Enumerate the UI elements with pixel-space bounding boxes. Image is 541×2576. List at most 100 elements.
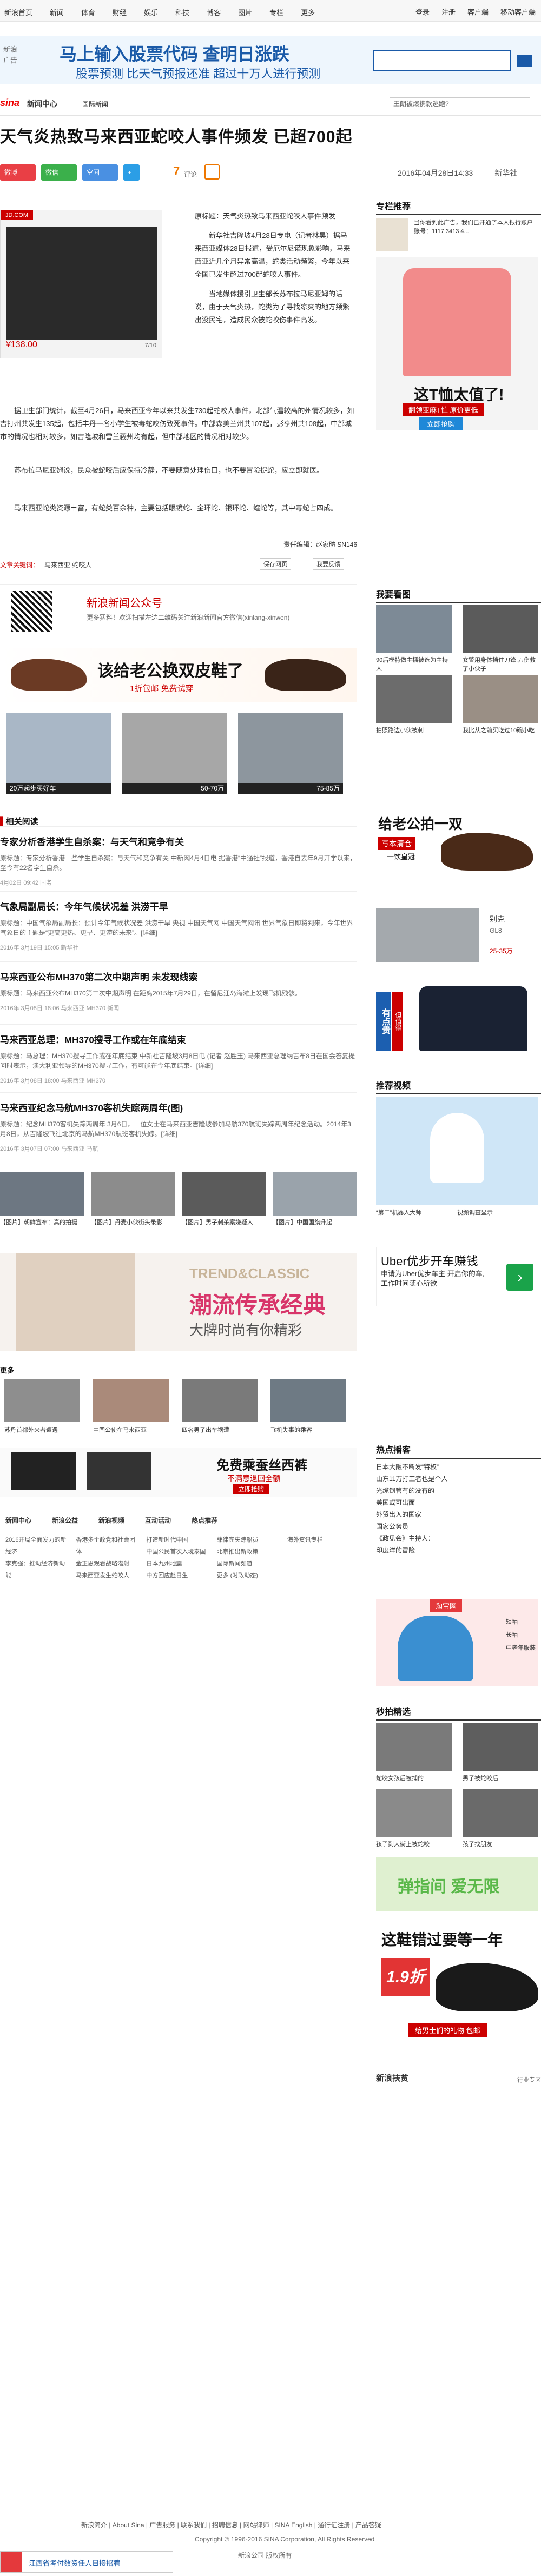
nav-link-photo[interactable]: 图片 [238, 7, 252, 17]
link[interactable]: 打造新时代中国 [146, 1534, 210, 1546]
bank-ad-text[interactable]: 当你看到此广告，我们已开通了本人银行账户账号：1117 3413 4... [414, 218, 538, 236]
shoe3-ad[interactable]: 这鞋错过要等一年 1.9折 给男士们的礼物 包邮 [376, 1925, 538, 2048]
car-tile-2[interactable] [122, 713, 227, 783]
stock-ad[interactable]: 新浪广告 马上输入股票代码 查明日涨跌 股票预测 比天气预报还准 超过十万人进行… [0, 30, 541, 87]
polo-buy-button[interactable]: 立即抢购 [419, 417, 463, 430]
photo-caption[interactable]: 【图片】丹麦小伙街头录影 [91, 1218, 175, 1226]
photo-thumb[interactable] [91, 1172, 175, 1216]
sidebar-more-link[interactable]: 行业专区 [517, 2075, 541, 2084]
related-title[interactable]: 马来西亚纪念马航MH370客机失踪两周年(图) [0, 1093, 357, 1114]
link[interactable]: 海外资讯专栏 [287, 1534, 352, 1546]
related-title[interactable]: 马来西亚总理：MH370搜寻工作或在年底结束 [0, 1025, 357, 1046]
link[interactable]: 国际新闻频道 [217, 1558, 281, 1570]
trousers-ad[interactable]: 免费乘蚕丝西裤 不满意退回全额 立即抢购 [0, 1448, 357, 1497]
link[interactable]: 更多 (时政动态) [217, 1570, 281, 1582]
mp-caption[interactable]: 孩子到大街上被蛇咬 [376, 1840, 430, 1848]
pic-caption[interactable]: 拍照路边小伙被刺 [376, 726, 452, 734]
taobao-item[interactable]: 中老年服装 [506, 1642, 536, 1655]
hot-item[interactable]: 印度洋的冒险 [376, 1544, 538, 1556]
green-banner[interactable]: 弹指间 爱无限 [376, 1857, 538, 1911]
hot-item[interactable]: 外贸出入的国家 [376, 1509, 538, 1521]
more-share-button[interactable]: + [123, 164, 140, 181]
related-item-3[interactable]: 马来西亚公布MH370第二次中期声明 未发现线索 原标题：马来西亚公布MH370… [0, 961, 357, 1024]
hot-item[interactable]: 山东11万打工者也是个人 [376, 1473, 538, 1485]
uber-ad[interactable]: Uber优步开车赚钱 申请为Uber优步车主 开启你的车,工作时间随心所欲 › [376, 1247, 538, 1306]
hot-item[interactable]: 光缆钢管有的没有的 [376, 1485, 538, 1497]
keywords[interactable]: 马来西亚 蛇咬人 [44, 560, 91, 569]
more-thumb[interactable] [270, 1379, 346, 1422]
link[interactable]: 2016开局全面发力的新经济 [5, 1534, 70, 1558]
shoe2-ad[interactable]: 给老公拍一双 写本清仓 一饮皇冠 [376, 811, 538, 895]
sina-logo[interactable]: sina [0, 97, 19, 109]
more-caption[interactable]: 中国公使在马来西亚 [93, 1425, 147, 1434]
more-thumb[interactable] [93, 1379, 169, 1422]
photo-thumb[interactable] [273, 1172, 357, 1216]
nav-link-news[interactable]: 新闻 [50, 7, 64, 17]
channel-search-input[interactable]: 王朗被爆携款逃跑? [390, 97, 530, 110]
tab-hot[interactable]: 热点推荐 [192, 1516, 217, 1525]
fashion-ad[interactable]: TREND&CLASSIC 潮流传承经典 大牌时尚有你精彩 [0, 1253, 357, 1351]
nav-link-tech[interactable]: 科技 [175, 7, 189, 17]
trousers-buy-button[interactable]: 立即抢购 [233, 1484, 270, 1494]
hot-item[interactable]: 国家公务员 [376, 1521, 538, 1532]
shoe-ad[interactable]: 该给老公换双皮鞋了 1折包邮 免费试穿 [0, 648, 357, 702]
car-tile-3[interactable] [238, 713, 343, 783]
taobao-item[interactable]: 短袖 [506, 1616, 536, 1629]
qzone-share-button[interactable]: 空间 [82, 164, 118, 181]
link[interactable]: 北京推出新政策 [217, 1546, 281, 1558]
mp-thumb[interactable] [376, 1723, 452, 1771]
nav-link-finance[interactable]: 财经 [113, 7, 127, 17]
related-title[interactable]: 气象局副局长：今年气候状况差 洪涝干旱 [0, 892, 357, 913]
taobao-ad[interactable]: 淘宝网 短袖 长袖 中老年服装 [376, 1599, 538, 1686]
tshirt-ad[interactable]: 有点贵 但值得 [376, 981, 538, 1059]
nav-link-ent[interactable]: 娱乐 [144, 7, 158, 17]
pic-thumb[interactable] [376, 675, 452, 723]
nav-link-sina-home[interactable]: 新浪首页 [4, 7, 32, 17]
video-main[interactable] [376, 1097, 538, 1205]
product-carousel[interactable]: JD.COM ¥138.00 7/10 [0, 210, 162, 358]
stock-go-button[interactable] [517, 55, 532, 67]
more-caption[interactable]: 苏丹首都外来者遭遇 [4, 1425, 58, 1434]
pic-thumb[interactable] [376, 605, 452, 653]
more-caption[interactable]: 四名男子出车祸遭 [182, 1425, 229, 1434]
car-ad[interactable]: 别克 GL8 25-35万 [376, 903, 538, 973]
more-thumb[interactable] [4, 1379, 80, 1422]
related-item-1[interactable]: 专家分析香港学生自杀案：与天气和竞争有关 原标题：专家分析香港一些学生自杀案：与… [0, 826, 357, 891]
photo-caption[interactable]: 【图片】朝鲜宣布：真的拍摄 [0, 1218, 84, 1226]
mobile-client-link[interactable]: 移动客户端 [500, 6, 536, 17]
link[interactable]: 金正恩观看战略潜射 [76, 1558, 140, 1570]
link[interactable]: 中国公民首次入境泰国 [146, 1546, 210, 1558]
video-caption-2[interactable]: 视频调查显示 [457, 1208, 493, 1217]
footer-links[interactable]: 新浪简介 | About Sina | 广告服务 | 联系我们 | 招聘信息 |… [81, 2520, 381, 2529]
comment-count[interactable]: 7 [173, 164, 180, 178]
hot-item[interactable]: 日本大阪不断发“特权” [376, 1461, 538, 1473]
pic-thumb[interactable] [463, 675, 538, 723]
photo-caption[interactable]: 【图片】中国国旗升起 [273, 1218, 357, 1226]
taobao-item[interactable]: 长袖 [506, 1629, 536, 1642]
mp-thumb[interactable] [376, 1789, 452, 1837]
link[interactable]: 中方回应赴日生 [146, 1570, 210, 1582]
nav-link-more[interactable]: 更多 [301, 7, 315, 17]
tab-news-center[interactable]: 新闻中心 [5, 1516, 31, 1525]
mp-caption[interactable]: 孩子找朋友 [463, 1840, 492, 1848]
tab-video[interactable]: 新浪视频 [98, 1516, 124, 1525]
related-item-4[interactable]: 马来西亚总理：MH370搜寻工作或在年底结束 原标题：马总理：MH370搜寻工作… [0, 1024, 357, 1092]
pic-caption[interactable]: 90后模特做主播被选为主持人 [376, 655, 452, 673]
nav-link-sports[interactable]: 体育 [81, 7, 95, 17]
uber-arrow-icon[interactable]: › [506, 1264, 533, 1291]
hot-item[interactable]: 《政见会》主持人： [376, 1532, 538, 1544]
tab-events[interactable]: 互动活动 [145, 1516, 171, 1525]
mp-caption[interactable]: 蛇咬女孩后被捕的 [376, 1774, 424, 1782]
stock-code-input[interactable] [373, 50, 511, 71]
report-button[interactable]: 我要反馈 [313, 558, 344, 570]
photo-caption[interactable]: 【图片】男子刺杀案嫌疑人 [182, 1218, 266, 1226]
news-center-logo[interactable]: 新闻中心 [27, 98, 57, 109]
wechat-share-button[interactable]: 微信 [41, 164, 77, 181]
link[interactable]: 马来西亚发生蛇咬人 [76, 1570, 140, 1582]
pic-thumb[interactable] [463, 605, 538, 653]
product-image[interactable] [6, 227, 157, 340]
bottom-float-ad[interactable]: 江西省考付数资任人日接招聘 [0, 2551, 173, 2573]
login-link[interactable]: 登录 [415, 6, 430, 17]
more-caption[interactable]: 飞机失事的乘客 [270, 1425, 312, 1434]
link[interactable]: 菲律宾失踪船员 [217, 1534, 281, 1546]
